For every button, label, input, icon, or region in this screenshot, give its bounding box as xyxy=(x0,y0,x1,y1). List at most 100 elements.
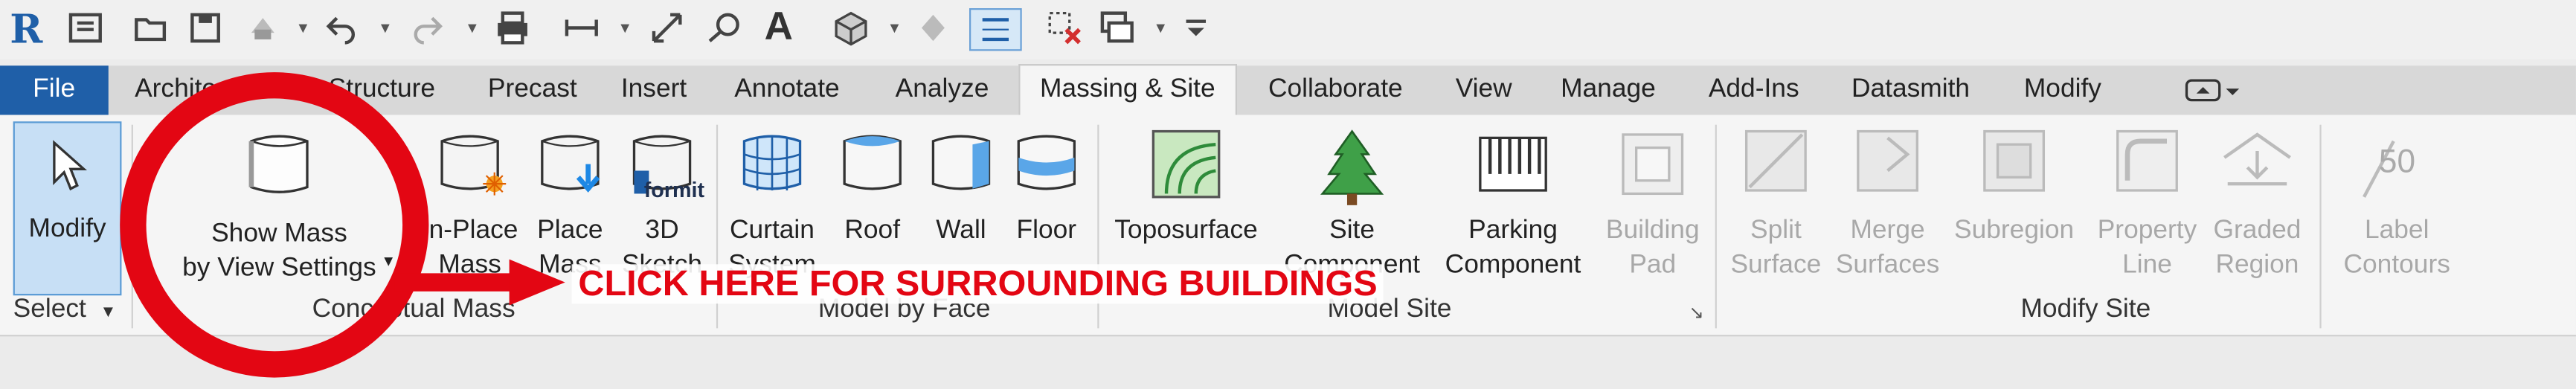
cursor-arrow-icon xyxy=(53,140,87,191)
chevron-down-icon[interactable]: ▼ xyxy=(887,19,902,36)
tab-modify[interactable]: Modify xyxy=(2024,65,2101,115)
sync-icon[interactable] xyxy=(243,8,283,48)
chevron-down-icon[interactable]: ▼ xyxy=(1153,19,1168,36)
chevron-down-icon: ▼ xyxy=(100,303,117,322)
subregion-label: Subregion xyxy=(1954,216,2075,245)
subregion-button[interactable]: Subregion xyxy=(1954,121,2074,292)
graded-region-label-line2: Region xyxy=(2215,251,2299,280)
formit-label: formit xyxy=(643,177,705,202)
building-pad-label-line2: Pad xyxy=(1629,251,1677,280)
tab-annotate[interactable]: Annotate xyxy=(734,65,839,115)
curtain-system-label-line1: Curtain xyxy=(730,216,815,245)
toposurface-label: Toposurface xyxy=(1114,216,1258,245)
text-icon[interactable]: A xyxy=(759,5,798,50)
show-mass-button[interactable]: Show Mass by View Settings ▼ xyxy=(181,121,396,292)
3d-sketch-label-line1: 3D xyxy=(645,216,679,245)
measure-icon[interactable] xyxy=(562,8,601,48)
floor-by-face-icon xyxy=(1017,135,1076,190)
save-icon[interactable] xyxy=(186,8,225,48)
ribbon-display-toggle-icon[interactable] xyxy=(2185,79,2241,110)
tab-analyze[interactable]: Analyze xyxy=(896,65,989,115)
merge-surfaces-label-line2: Surfaces xyxy=(1835,251,1940,280)
ribbon-tabs: File Architecture Structure Precast Inse… xyxy=(0,64,2576,118)
tab-structure[interactable]: Structure xyxy=(329,65,435,115)
site-component-label-line1: Site xyxy=(1329,216,1375,245)
drawing-area-top xyxy=(0,336,2576,389)
tab-datasmith[interactable]: Datasmith xyxy=(1851,65,1970,115)
show-mass-label-line2: by View Settings xyxy=(182,254,376,283)
section-icon[interactable] xyxy=(913,8,953,48)
chevron-down-icon[interactable]: ▼ xyxy=(378,19,393,36)
tab-file[interactable]: File xyxy=(0,65,109,115)
building-pad-button[interactable]: Building Pad xyxy=(1603,121,1702,292)
label-contours-label-line1: Label xyxy=(2364,216,2429,245)
chevron-down-icon: ▼ xyxy=(381,252,396,269)
tab-add-ins[interactable]: Add-Ins xyxy=(1709,65,1799,115)
label-contours-number: 50 xyxy=(2378,144,2416,181)
tab-manage[interactable]: Manage xyxy=(1561,65,1656,115)
tab-insert[interactable]: Insert xyxy=(621,65,687,115)
print-icon[interactable] xyxy=(493,8,533,48)
parking-component-label-line1: Parking xyxy=(1468,216,1558,245)
modify-button[interactable]: Modify xyxy=(13,121,122,296)
roof-by-face-icon xyxy=(843,135,902,190)
property-line-icon xyxy=(2116,129,2178,192)
parking-component-label-line2: Component xyxy=(1445,251,1581,280)
parking-component-button[interactable]: Parking Component xyxy=(1442,121,1584,292)
label-contours-button[interactable]: 50 Label Contours xyxy=(2342,121,2451,292)
subregion-icon xyxy=(1983,129,2046,192)
dimension-icon[interactable] xyxy=(647,8,687,48)
chevron-down-icon[interactable]: ▼ xyxy=(465,19,480,36)
chevron-down-icon[interactable]: ▼ xyxy=(617,19,632,36)
dialog-launcher-icon[interactable]: ↘ xyxy=(1689,302,1703,323)
merge-surfaces-button[interactable]: Merge Surfaces xyxy=(1836,121,1939,292)
split-surface-label-line2: Surface xyxy=(1730,251,1822,280)
in-place-mass-icon xyxy=(440,135,507,196)
revit-logo-icon[interactable]: R xyxy=(7,4,46,52)
merge-surfaces-label-line1: Merge xyxy=(1850,216,1925,245)
floor-label: Floor xyxy=(1016,216,1077,245)
revit-logo-text: R xyxy=(10,4,43,52)
tree-icon xyxy=(1320,129,1384,205)
thin-lines-icon[interactable] xyxy=(969,8,1022,51)
building-pad-label-line1: Building xyxy=(1605,216,1700,245)
redo-icon[interactable] xyxy=(408,8,447,48)
tab-view[interactable]: View xyxy=(1456,65,1512,115)
customize-icon[interactable] xyxy=(1176,8,1215,48)
building-pad-icon xyxy=(1622,133,1684,196)
show-mass-label-line1: Show Mass xyxy=(211,219,347,248)
tab-architecture[interactable]: Architecture xyxy=(135,65,275,115)
panel-separator xyxy=(131,124,133,329)
3d-view-icon[interactable] xyxy=(832,8,871,48)
property-line-button[interactable]: Property Line xyxy=(2096,121,2198,292)
undo-icon[interactable] xyxy=(322,8,362,48)
place-mass-icon xyxy=(541,135,600,193)
graded-region-button[interactable]: Graded Region xyxy=(2212,121,2304,292)
quick-access-toolbar: R ▼ ▼ ▼ ▼ A ▼ ▼ xyxy=(0,0,2576,60)
panel-separator xyxy=(2319,124,2322,329)
tab-precast[interactable]: Precast xyxy=(488,65,577,115)
callout-text: CLICK HERE FOR SURROUNDING BUILDINGS xyxy=(571,263,1384,304)
modify-label: Modify xyxy=(28,215,106,243)
split-surface-label-line1: Split xyxy=(1750,216,1802,245)
tag-icon[interactable] xyxy=(703,8,742,48)
tab-massing-site[interactable]: Massing & Site xyxy=(1018,64,1237,118)
chevron-down-icon[interactable]: ▼ xyxy=(296,19,311,36)
select-dropdown[interactable]: Select ▼ xyxy=(13,295,117,325)
split-surface-icon xyxy=(1744,129,1807,192)
switch-windows-icon[interactable] xyxy=(1097,8,1137,48)
split-surface-button[interactable]: Split Surface xyxy=(1730,121,1821,292)
select-label: Select xyxy=(13,295,86,324)
graded-region-label-line1: Graded xyxy=(2213,216,2302,245)
conceptual-mass-group-label: Conceptual Mass xyxy=(312,295,515,324)
parking-icon xyxy=(1479,136,1547,192)
curtain-system-icon xyxy=(742,135,802,190)
tab-collaborate[interactable]: Collaborate xyxy=(1268,65,1403,115)
merge-surfaces-icon xyxy=(1857,129,1918,192)
app-menu-icon[interactable] xyxy=(65,8,105,48)
open-icon[interactable] xyxy=(132,8,171,48)
wall-by-face-icon xyxy=(931,135,991,190)
in-place-mass-button[interactable]: In-Place Mass xyxy=(422,121,518,292)
graded-region-icon xyxy=(2223,132,2291,186)
close-hidden-icon[interactable] xyxy=(1045,8,1085,48)
